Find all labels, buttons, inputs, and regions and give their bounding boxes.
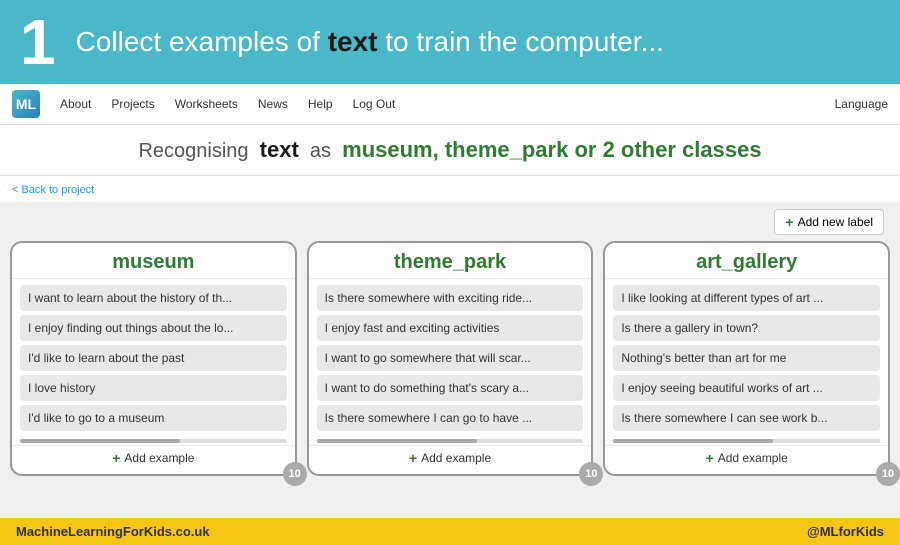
list-item[interactable]: I'd like to go to a museum [20,405,287,431]
column-items-museum: I want to learn about the history of th.… [12,279,295,437]
subtitle-classes: museum, theme_park or 2 other classes [342,137,761,162]
add-example-label: Add example [421,451,491,465]
nav-about[interactable]: About [52,93,99,115]
nav-logo: ML [12,90,40,118]
nav-logout[interactable]: Log Out [345,93,404,115]
list-item[interactable]: I want to go somewhere that will scar... [317,345,584,371]
list-item[interactable]: Is there somewhere I can go to have ... [317,405,584,431]
subtitle-middle: as [310,140,331,162]
subtitle-bold: text [260,137,299,162]
header-bold-word: text [328,26,378,57]
column-title-art_gallery: art_gallery [605,243,888,279]
list-item[interactable]: I want to learn about the history of th.… [20,285,287,311]
subtitle-bar: Recognising text as museum, theme_park o… [0,125,900,176]
nav-projects[interactable]: Projects [103,93,162,115]
back-link[interactable]: < Back to project [12,184,94,196]
list-item[interactable]: I'd like to learn about the past [20,345,287,371]
list-item[interactable]: I like looking at different types of art… [613,285,880,311]
scrollbar-thumb [613,439,773,443]
column-theme_park: theme_parkIs there somewhere with exciti… [307,241,594,476]
main-content: museum I want to learn about the history … [0,241,900,484]
plus-icon: + [409,450,417,466]
scrollbar-thumb [317,439,477,443]
list-item[interactable]: I want to do something that's scary a... [317,375,584,401]
header-text: Collect examples of text to train the co… [76,26,664,58]
list-item[interactable]: I enjoy seeing beautiful works of art ..… [613,375,880,401]
nav-language[interactable]: Language [835,97,888,111]
back-link-bar: < Back to project [0,176,900,203]
scrollbar[interactable] [20,439,287,443]
column-museum: museum I want to learn about the history … [10,241,297,476]
add-example-label: Add example [124,451,194,465]
plus-icon: + [785,214,793,230]
add-example-button-museum[interactable]: + Add example [112,450,194,466]
column-items-theme_park: Is there somewhere with exciting ride...… [309,279,592,437]
scrollbar-thumb [20,439,180,443]
footer: MachineLearningForKids.co.uk @MLforKids [0,518,900,545]
add-example-label: Add example [718,451,788,465]
add-example-button-art_gallery[interactable]: + Add example [706,450,788,466]
header-banner: 1 Collect examples of text to train the … [0,0,900,84]
list-item[interactable]: Is there a gallery in town? [613,315,880,341]
subtitle-prefix: Recognising [138,140,248,162]
header-text-before: Collect examples of [76,26,328,57]
column-footer-museum: + Add example [12,445,295,466]
toolbar: + Add new label [0,203,900,241]
list-item[interactable]: I enjoy finding out things about the lo.… [20,315,287,341]
count-badge-theme_park: 10 [579,462,603,486]
list-item[interactable]: I enjoy fast and exciting activities [317,315,584,341]
header-number: 1 [20,10,56,74]
column-footer-theme_park: + Add example [309,445,592,466]
scrollbar[interactable] [317,439,584,443]
scrollbar[interactable] [613,439,880,443]
column-title-theme_park: theme_park [309,243,592,279]
add-label-button[interactable]: + Add new label [774,209,884,235]
count-badge-museum: 10 [283,462,307,486]
list-item[interactable]: I love history [20,375,287,401]
column-footer-art_gallery: + Add example [605,445,888,466]
header-text-after: to train the computer... [378,26,664,57]
footer-left: MachineLearningForKids.co.uk [16,524,210,539]
column-items-art_gallery: I like looking at different types of art… [605,279,888,437]
column-art_gallery: art_gallery I like looking at different t… [603,241,890,476]
plus-icon: + [706,450,714,466]
nav-help[interactable]: Help [300,93,341,115]
plus-icon: + [112,450,120,466]
count-badge-art_gallery: 10 [876,462,900,486]
add-example-button-theme_park[interactable]: + Add example [409,450,491,466]
list-item[interactable]: Is there somewhere I can see work b... [613,405,880,431]
nav-worksheets[interactable]: Worksheets [167,93,246,115]
column-title-museum: museum [12,243,295,279]
footer-right: @MLforKids [807,524,884,539]
list-item[interactable]: Is there somewhere with exciting ride... [317,285,584,311]
list-item[interactable]: Nothing's better than art for me [613,345,880,371]
nav-news[interactable]: News [250,93,296,115]
add-label-text: Add new label [798,215,873,229]
navbar: ML About Projects Worksheets News Help L… [0,84,900,125]
